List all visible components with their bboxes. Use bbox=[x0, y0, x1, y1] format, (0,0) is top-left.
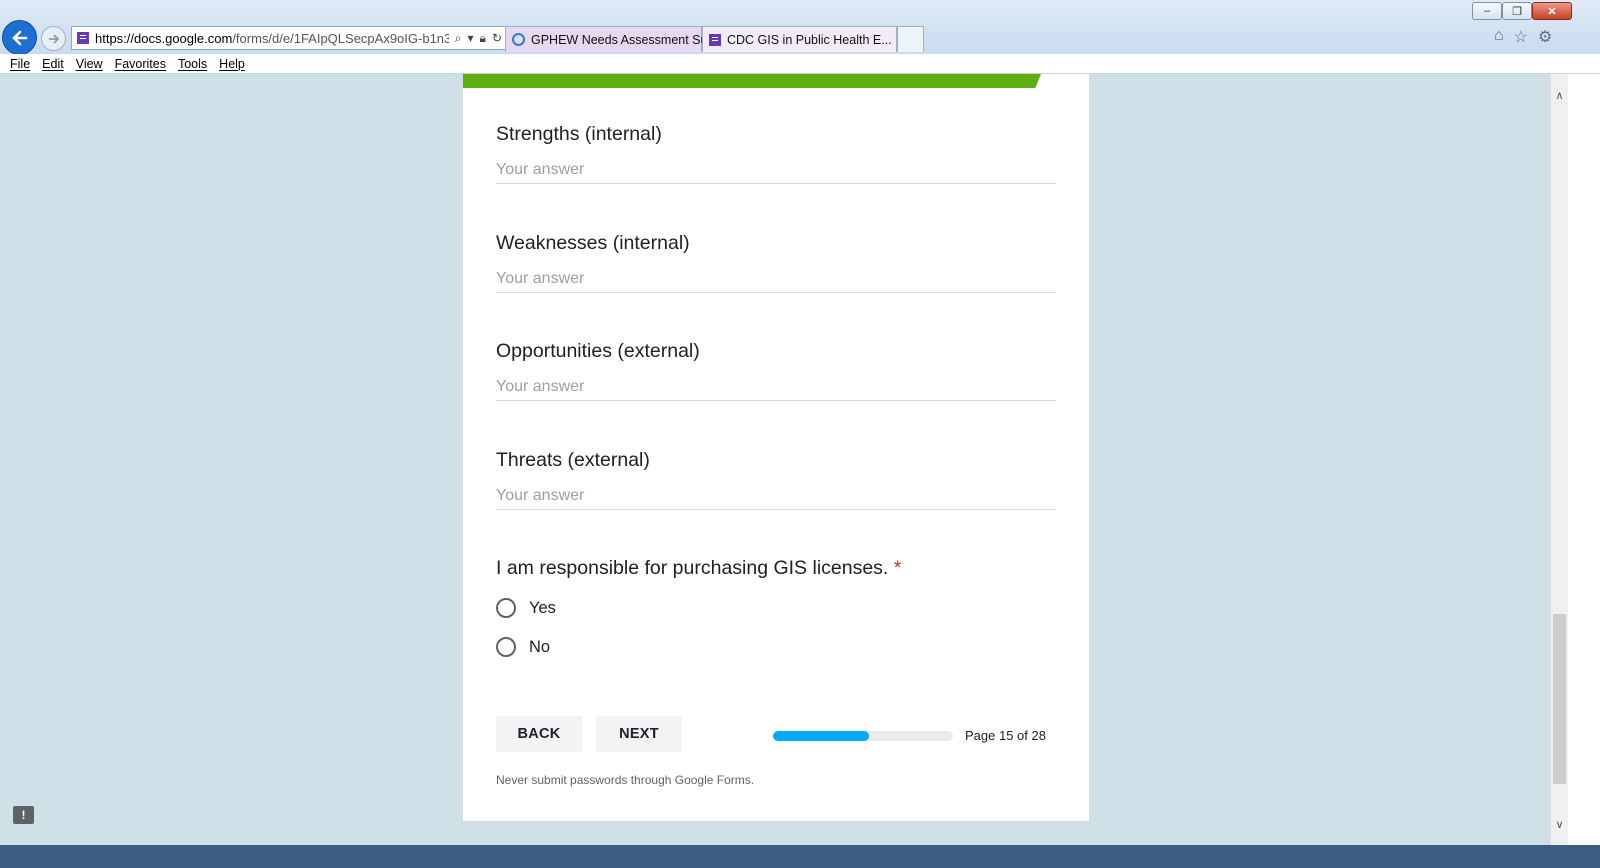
question-title: Threats (external) bbox=[496, 449, 650, 471]
question-opportunities: Opportunities (external) Your answer bbox=[496, 340, 1058, 401]
address-bar[interactable]: https://docs.google.com/forms/d/e/1FAIpQ… bbox=[71, 26, 509, 50]
restore-button[interactable]: ❐ bbox=[1502, 2, 1532, 20]
new-tab-button[interactable] bbox=[897, 26, 924, 52]
close-window-button[interactable]: ✕ bbox=[1532, 2, 1572, 20]
vertical-scrollbar[interactable]: ∧ ∨ bbox=[1550, 74, 1568, 845]
tab-label: GPHEW Needs Assessment Su... bbox=[531, 32, 718, 47]
settings-gear-icon[interactable]: ⚙ bbox=[1538, 27, 1552, 47]
form-card: Strengths (internal) Your answer Weaknes… bbox=[462, 74, 1090, 822]
menu-help[interactable]: Help bbox=[214, 57, 252, 71]
question-strengths: Strengths (internal) Your answer bbox=[496, 123, 1058, 184]
report-feedback-icon[interactable]: ! bbox=[13, 806, 34, 824]
progress-bar bbox=[773, 731, 953, 741]
taskbar bbox=[0, 845, 1600, 868]
scroll-down-arrow-icon[interactable]: ∨ bbox=[1551, 815, 1568, 833]
password-disclaimer: Never submit passwords through Google Fo… bbox=[496, 773, 755, 787]
tab-cdc-gis[interactable]: CDC GIS in Public Health E... ✕ bbox=[702, 26, 909, 52]
url-path: /forms/d/e/1FAIpQLSecpAx9oIG-b1n3W bbox=[232, 30, 449, 46]
back-button[interactable]: BACK bbox=[496, 716, 582, 752]
strengths-answer-input[interactable]: Your answer bbox=[496, 161, 1056, 184]
arrow-right-icon bbox=[48, 33, 59, 44]
section-header-band bbox=[463, 74, 1041, 88]
menu-edit[interactable]: Edit bbox=[37, 57, 71, 71]
browser-titlebar: https://docs.google.com/forms/d/e/1FAIpQ… bbox=[0, 0, 1600, 55]
radio-option-no[interactable]: No bbox=[496, 637, 1058, 657]
scroll-up-arrow-icon[interactable]: ∧ bbox=[1551, 86, 1568, 104]
tab-gphew-needs-assessment[interactable]: GPHEW Needs Assessment Su... bbox=[505, 26, 718, 52]
menu-tools[interactable]: Tools bbox=[173, 57, 214, 71]
url-host: https://docs.google.com bbox=[95, 30, 233, 46]
back-navigation-button[interactable] bbox=[2, 20, 37, 55]
threats-answer-input[interactable]: Your answer bbox=[496, 487, 1056, 510]
page-indicator: Page 15 of 28 bbox=[965, 728, 1046, 743]
question-threats: Threats (external) Your answer bbox=[496, 449, 1058, 510]
window-edge bbox=[1568, 74, 1600, 845]
weaknesses-answer-input[interactable]: Your answer bbox=[496, 270, 1056, 293]
search-icon[interactable]: ⌕ bbox=[455, 31, 462, 46]
question-title: Weaknesses (internal) bbox=[496, 232, 690, 254]
question-title: I am responsible for purchasing GIS lice… bbox=[496, 557, 1058, 580]
refresh-icon[interactable]: ↻ bbox=[492, 31, 502, 46]
question-title-text: I am responsible for purchasing GIS lice… bbox=[496, 557, 889, 579]
google-forms-tab-icon bbox=[709, 33, 721, 46]
radio-label: No bbox=[529, 637, 551, 656]
question-gis-licenses: I am responsible for purchasing GIS lice… bbox=[496, 557, 1058, 657]
radio-circle-icon[interactable] bbox=[496, 637, 516, 657]
radio-circle-icon[interactable] bbox=[496, 598, 516, 618]
question-weaknesses: Weaknesses (internal) Your answer bbox=[496, 232, 1058, 293]
lock-icon[interactable]: 🔒︎ bbox=[480, 31, 486, 46]
ie-page-icon bbox=[512, 33, 525, 46]
forward-navigation-button[interactable] bbox=[41, 26, 66, 51]
opportunities-answer-input[interactable]: Your answer bbox=[496, 378, 1056, 401]
menu-bar: File Edit View Favorites Tools Help bbox=[0, 54, 1600, 74]
progress-bar-fill bbox=[773, 731, 870, 741]
menu-view[interactable]: View bbox=[71, 57, 110, 71]
page-viewport: Strengths (internal) Your answer Weaknes… bbox=[0, 74, 1550, 845]
required-asterisk: * bbox=[893, 557, 902, 579]
radio-label: Yes bbox=[529, 598, 556, 617]
minimize-button[interactable]: – bbox=[1472, 2, 1502, 20]
dropdown-arrow-icon[interactable]: ▾ bbox=[468, 31, 474, 46]
menu-favorites[interactable]: Favorites bbox=[110, 57, 173, 71]
favorites-star-icon[interactable]: ☆ bbox=[1514, 27, 1528, 47]
scrollbar-thumb[interactable] bbox=[1553, 614, 1566, 784]
arrow-left-icon bbox=[11, 30, 27, 45]
address-url[interactable]: https://docs.google.com/forms/d/e/1FAIpQ… bbox=[95, 31, 449, 46]
tab-label: CDC GIS in Public Health E... bbox=[727, 32, 892, 47]
radio-option-yes[interactable]: Yes bbox=[496, 598, 1058, 618]
question-title: Strengths (internal) bbox=[496, 123, 662, 145]
menu-file[interactable]: File bbox=[0, 57, 37, 71]
google-forms-favicon-icon bbox=[77, 32, 89, 44]
question-title: Opportunities (external) bbox=[496, 340, 700, 362]
next-button[interactable]: NEXT bbox=[596, 716, 682, 752]
home-icon[interactable]: ⌂ bbox=[1494, 27, 1504, 47]
